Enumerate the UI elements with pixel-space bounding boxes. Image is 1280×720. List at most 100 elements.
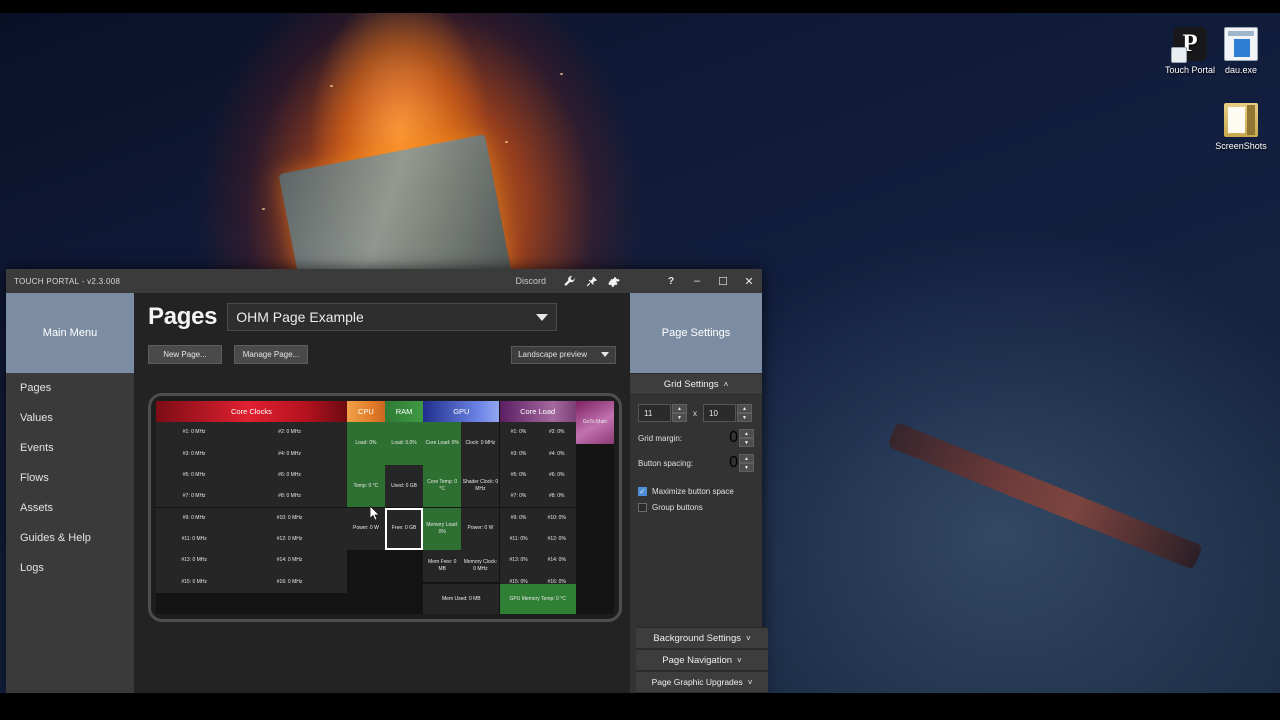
desktop-icon-screenshots[interactable]: ScreenShots (1209, 103, 1273, 152)
close-button[interactable]: ✕ (736, 269, 762, 293)
new-page-button[interactable]: New Page... (148, 345, 222, 364)
group-buttons-row[interactable]: Group buttons (638, 503, 754, 512)
gpu-memory-clock[interactable]: Memory Clock: 0 MHz (461, 550, 500, 583)
stepper-up-icon[interactable]: ▲ (739, 454, 754, 463)
gpu-core-load[interactable]: Core Load: 0% (423, 422, 462, 465)
checkbox-maximize-button-space[interactable]: ✓ (638, 487, 647, 496)
core-clock-7[interactable]: #7: 0 MHz (156, 486, 233, 508)
core-clock-14[interactable]: #14: 0 MHz (232, 550, 347, 572)
gpu-header[interactable]: GPU (423, 401, 500, 423)
core-load-11[interactable]: #11: 0% (499, 528, 538, 551)
button-spacing-input[interactable]: 0 (729, 454, 738, 472)
discord-status-text[interactable]: Discord (515, 276, 546, 286)
core-load-9[interactable]: #9: 0% (499, 507, 538, 529)
gpu-mem-free[interactable]: Mem Free: 0 MB (423, 550, 462, 583)
section-page-navigation[interactable]: Page Navigation ˅ (636, 649, 768, 671)
core-clock-4[interactable]: #4: 0 MHz (232, 443, 347, 465)
core-clock-6[interactable]: #6: 0 MHz (232, 464, 347, 487)
stepper-up-icon[interactable]: ▲ (739, 429, 754, 438)
gpu-mem-used[interactable]: Mem Used: 0 MB (423, 584, 500, 614)
ram-free-selected[interactable]: Free: 0 GB (385, 507, 424, 551)
core-load-3[interactable]: #3: 0% (499, 443, 538, 465)
core-load-7[interactable]: #7: 0% (499, 486, 538, 508)
core-load-2[interactable]: #2: 0% (537, 422, 576, 444)
gpu-core-temp[interactable]: Core Temp: 0 °C (423, 464, 462, 508)
sidebar-item-values[interactable]: Values (6, 403, 134, 433)
core-clock-13[interactable]: #13: 0 MHz (156, 550, 233, 572)
gpu-clock[interactable]: Clock: 0 MHz (461, 422, 500, 465)
page-select-dropdown[interactable]: OHM Page Example (227, 303, 558, 331)
sidebar-item-assets[interactable]: Assets (6, 493, 134, 523)
stepper-down-icon[interactable]: ▼ (737, 413, 752, 422)
preview-mode-dropdown[interactable]: Landscape preview (511, 345, 616, 364)
gpu-shader-clock[interactable]: Shader Clock: 0 MHz (461, 464, 500, 508)
section-background-settings[interactable]: Background Settings ˅ (636, 627, 768, 649)
grid-cols-stepper[interactable]: ▲ ▼ (672, 404, 687, 422)
ram-load[interactable]: Load: 0.0% (385, 422, 424, 465)
maximize-button[interactable]: ☐ (710, 269, 736, 293)
manage-page-button[interactable]: Manage Page... (234, 345, 308, 364)
section-page-graphic-upgrades[interactable]: Page Graphic Upgrades ˅ (636, 671, 768, 693)
core-load-14[interactable]: #14: 0% (537, 550, 576, 572)
sidebar-item-events[interactable]: Events (6, 433, 134, 463)
core-load-10[interactable]: #10: 0% (537, 507, 576, 529)
grid-margin-stepper[interactable]: ▲ ▼ (739, 429, 754, 447)
core-clock-15[interactable]: #15: 0 MHz (156, 571, 233, 593)
help-button[interactable]: ? (658, 269, 684, 293)
core-clocks-header[interactable]: Core Clocks (156, 401, 347, 423)
core-load-6[interactable]: #6: 0% (537, 464, 576, 487)
page-grid-preview[interactable]: #16: 0% #15: 0% #14: 0% #13: 0% #12: 0% #11: … (156, 401, 614, 614)
cpu-header[interactable]: CPU (346, 401, 385, 423)
window-titlebar[interactable]: TOUCH PORTAL - v2.3.008 Discord ? – ☐ ✕ (6, 269, 762, 293)
core-load-header[interactable]: Core Load (499, 401, 576, 423)
checkbox-group-buttons[interactable] (638, 503, 647, 512)
core-clock-1[interactable]: #1: 0 MHz (156, 422, 233, 444)
ram-header[interactable]: RAM (385, 401, 424, 423)
core-load-8[interactable]: #8: 0% (537, 486, 576, 508)
core-clock-8[interactable]: #8: 0 MHz (232, 486, 347, 508)
cpu-load[interactable]: Load: 0% (346, 422, 385, 465)
cpu-temp[interactable]: Temp: 0 °C (346, 464, 385, 508)
core-clock-3[interactable]: #3: 0 MHz (156, 443, 233, 465)
plug-icon[interactable] (580, 269, 602, 293)
wrench-icon[interactable] (558, 269, 580, 293)
minimize-button[interactable]: – (684, 269, 710, 293)
stepper-down-icon[interactable]: ▼ (739, 438, 754, 447)
desktop-icon-dau-exe[interactable]: dau.exe (1209, 27, 1273, 76)
maximize-button-space-label: Maximize button space (652, 487, 734, 496)
gpu-memory-temp[interactable]: GPU Memory Temp: 0 °C (499, 584, 576, 614)
section-title: Page Graphic Upgrades (651, 677, 743, 687)
core-load-12[interactable]: #12: 0% (537, 528, 576, 551)
sidebar-item-guides-help[interactable]: Guides & Help (6, 523, 134, 553)
core-load-1[interactable]: #1: 0% (499, 422, 538, 444)
core-clock-9[interactable]: #9: 0 MHz (156, 507, 233, 529)
core-clock-2[interactable]: #2: 0 MHz (232, 422, 347, 444)
sidebar-item-flows[interactable]: Flows (6, 463, 134, 493)
goto-main-button[interactable]: GoTo Main (575, 401, 614, 444)
stepper-down-icon[interactable]: ▼ (739, 463, 754, 472)
gear-icon[interactable] (602, 269, 624, 293)
sidebar-item-logs[interactable]: Logs (6, 553, 134, 583)
core-load-4[interactable]: #4: 0% (537, 443, 576, 465)
grid-rows-input[interactable]: 10 (703, 404, 736, 422)
core-clock-5[interactable]: #5: 0 MHz (156, 464, 233, 487)
core-clock-11[interactable]: #11: 0 MHz (156, 528, 233, 551)
grid-rows-stepper[interactable]: ▲ ▼ (737, 404, 752, 422)
grid-cols-input[interactable]: 11 (638, 404, 671, 422)
maximize-button-space-row[interactable]: ✓ Maximize button space (638, 487, 754, 496)
button-spacing-stepper[interactable]: ▲ ▼ (739, 454, 754, 472)
stepper-up-icon[interactable]: ▲ (737, 404, 752, 413)
core-load-13[interactable]: #13: 0% (499, 550, 538, 572)
core-clock-12[interactable]: #12: 0 MHz (232, 528, 347, 551)
stepper-up-icon[interactable]: ▲ (672, 404, 687, 413)
core-load-5[interactable]: #5: 0% (499, 464, 538, 487)
ram-used[interactable]: Used: 0 GB (385, 464, 424, 508)
core-clock-16[interactable]: #16: 0 MHz (232, 571, 347, 593)
stepper-down-icon[interactable]: ▼ (672, 413, 687, 422)
section-grid-settings[interactable]: Grid Settings ˄ (630, 373, 762, 395)
gpu-memory-load[interactable]: Memory Load: 0% (423, 507, 462, 551)
sidebar-item-pages[interactable]: Pages (6, 373, 134, 403)
grid-margin-input[interactable]: 0 (729, 429, 738, 447)
core-clock-10[interactable]: #10: 0 MHz (232, 507, 347, 529)
gpu-power[interactable]: Power: 0 W (461, 507, 500, 551)
